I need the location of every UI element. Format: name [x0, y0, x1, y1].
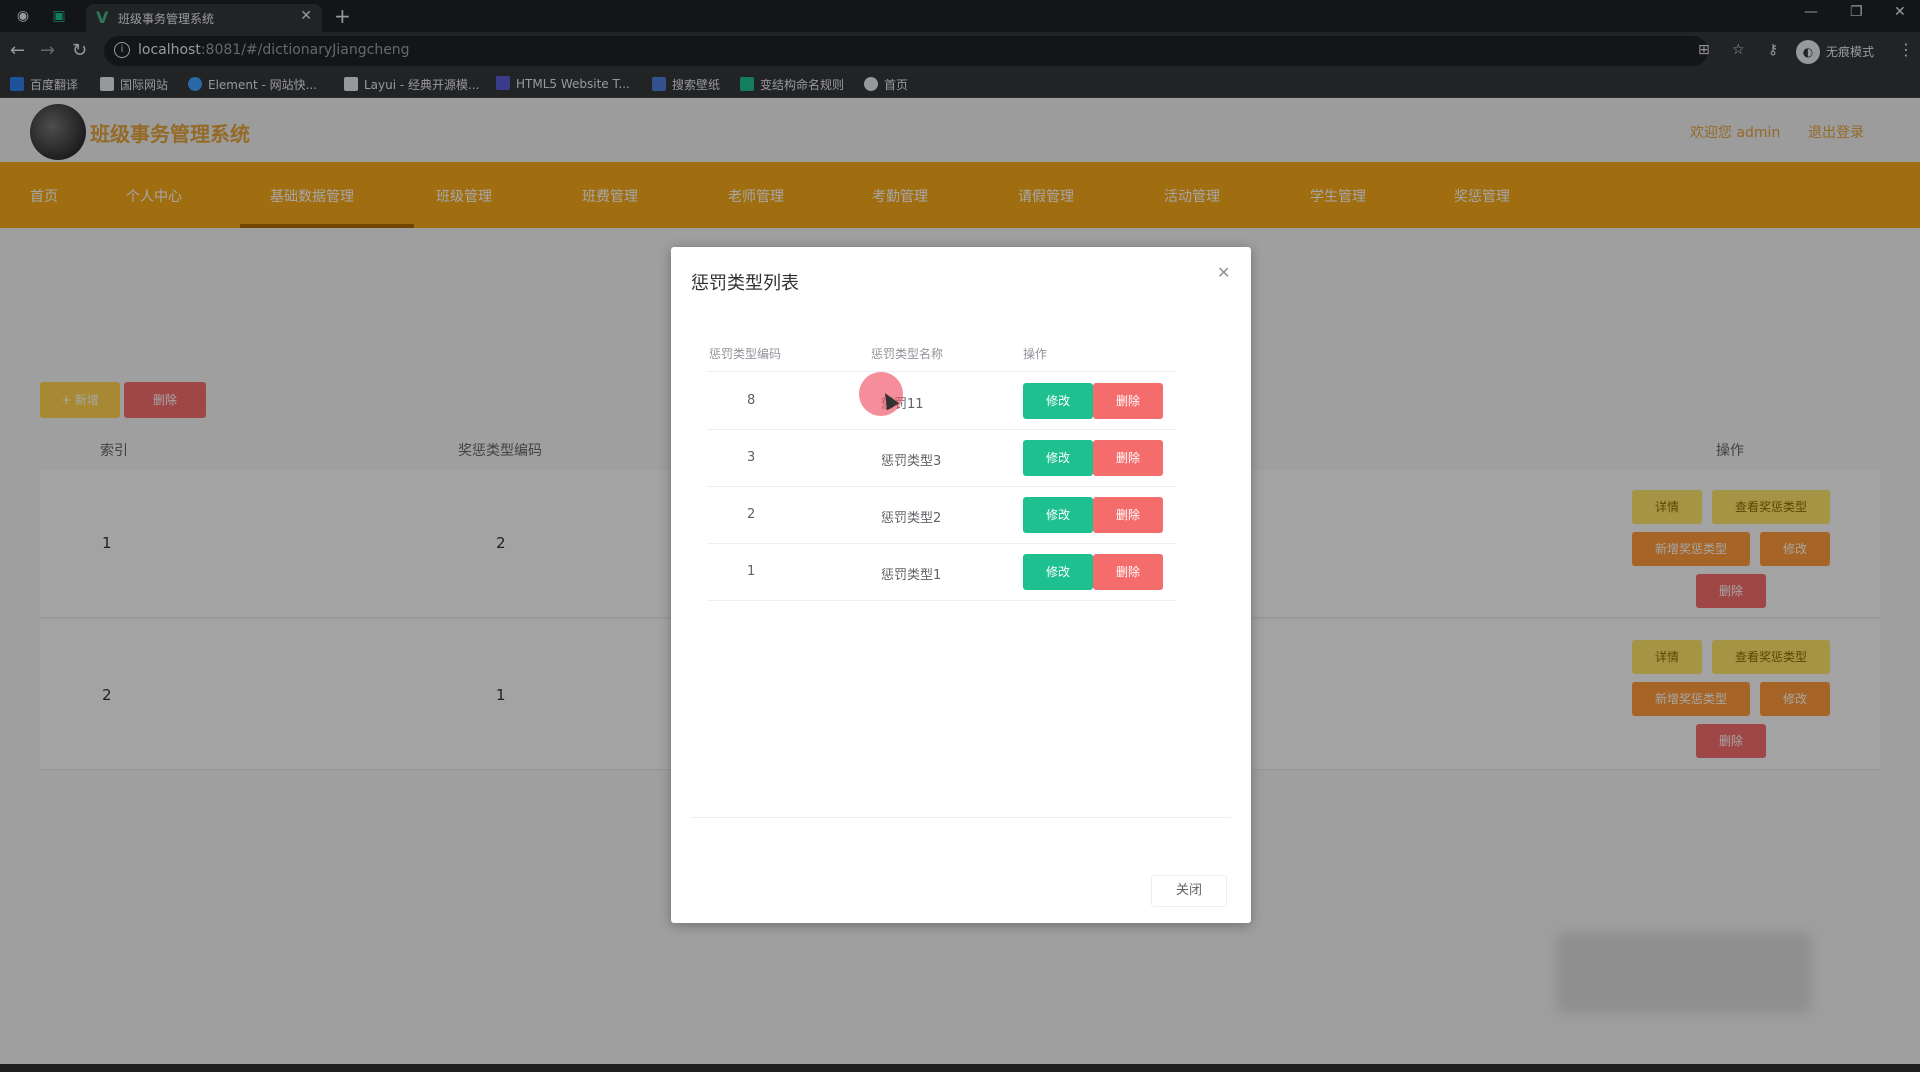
bottom-bar [0, 1064, 1920, 1072]
blurred-overlay [1556, 932, 1812, 1014]
dialog-col-name: 惩罚类型名称 [871, 347, 944, 361]
dialog-close-icon[interactable]: ✕ [1217, 263, 1230, 282]
dialog-row-name: 惩罚类型2 [881, 511, 942, 526]
dialog-row-name: 惩罚类型3 [881, 454, 942, 469]
dialog-delete-button[interactable]: 删除 [1093, 383, 1163, 419]
dialog-row-code: 8 [747, 393, 756, 408]
dialog-row-divider [707, 429, 1177, 430]
dialog-delete-button[interactable]: 删除 [1093, 440, 1163, 476]
dialog-delete-button[interactable]: 删除 [1093, 497, 1163, 533]
dialog-row-code: 3 [747, 450, 756, 465]
dialog-edit-button[interactable]: 修改 [1023, 497, 1093, 533]
dialog-col-actions: 操作 [1023, 347, 1048, 361]
screen: ◉ ▣ V 班级事务管理系统 ✕ + — ❐ ✕ ← → ↻ i localho… [0, 0, 1920, 1072]
dialog-row-code: 2 [747, 507, 756, 522]
dialog-col-code: 惩罚类型编码 [709, 347, 782, 361]
dialog-row-divider [707, 486, 1177, 487]
dialog-header-divider [707, 371, 1177, 372]
dialog-edit-button[interactable]: 修改 [1023, 554, 1093, 590]
dialog-row-code: 1 [747, 564, 756, 579]
punishment-type-dialog: 惩罚类型列表 ✕ 惩罚类型编码 惩罚类型名称 操作 8 惩罚11 修改 删除 3… [671, 247, 1251, 923]
dialog-row-divider [707, 543, 1177, 544]
dialog-close-button[interactable]: 关闭 [1151, 875, 1227, 907]
dialog-delete-button[interactable]: 删除 [1093, 554, 1163, 590]
dialog-footer-divider [691, 817, 1231, 818]
dialog-edit-button[interactable]: 修改 [1023, 440, 1093, 476]
dialog-row-name: 惩罚类型1 [881, 568, 942, 583]
dialog-edit-button[interactable]: 修改 [1023, 383, 1093, 419]
dialog-row-divider [707, 600, 1177, 601]
dialog-title: 惩罚类型列表 [691, 273, 799, 294]
